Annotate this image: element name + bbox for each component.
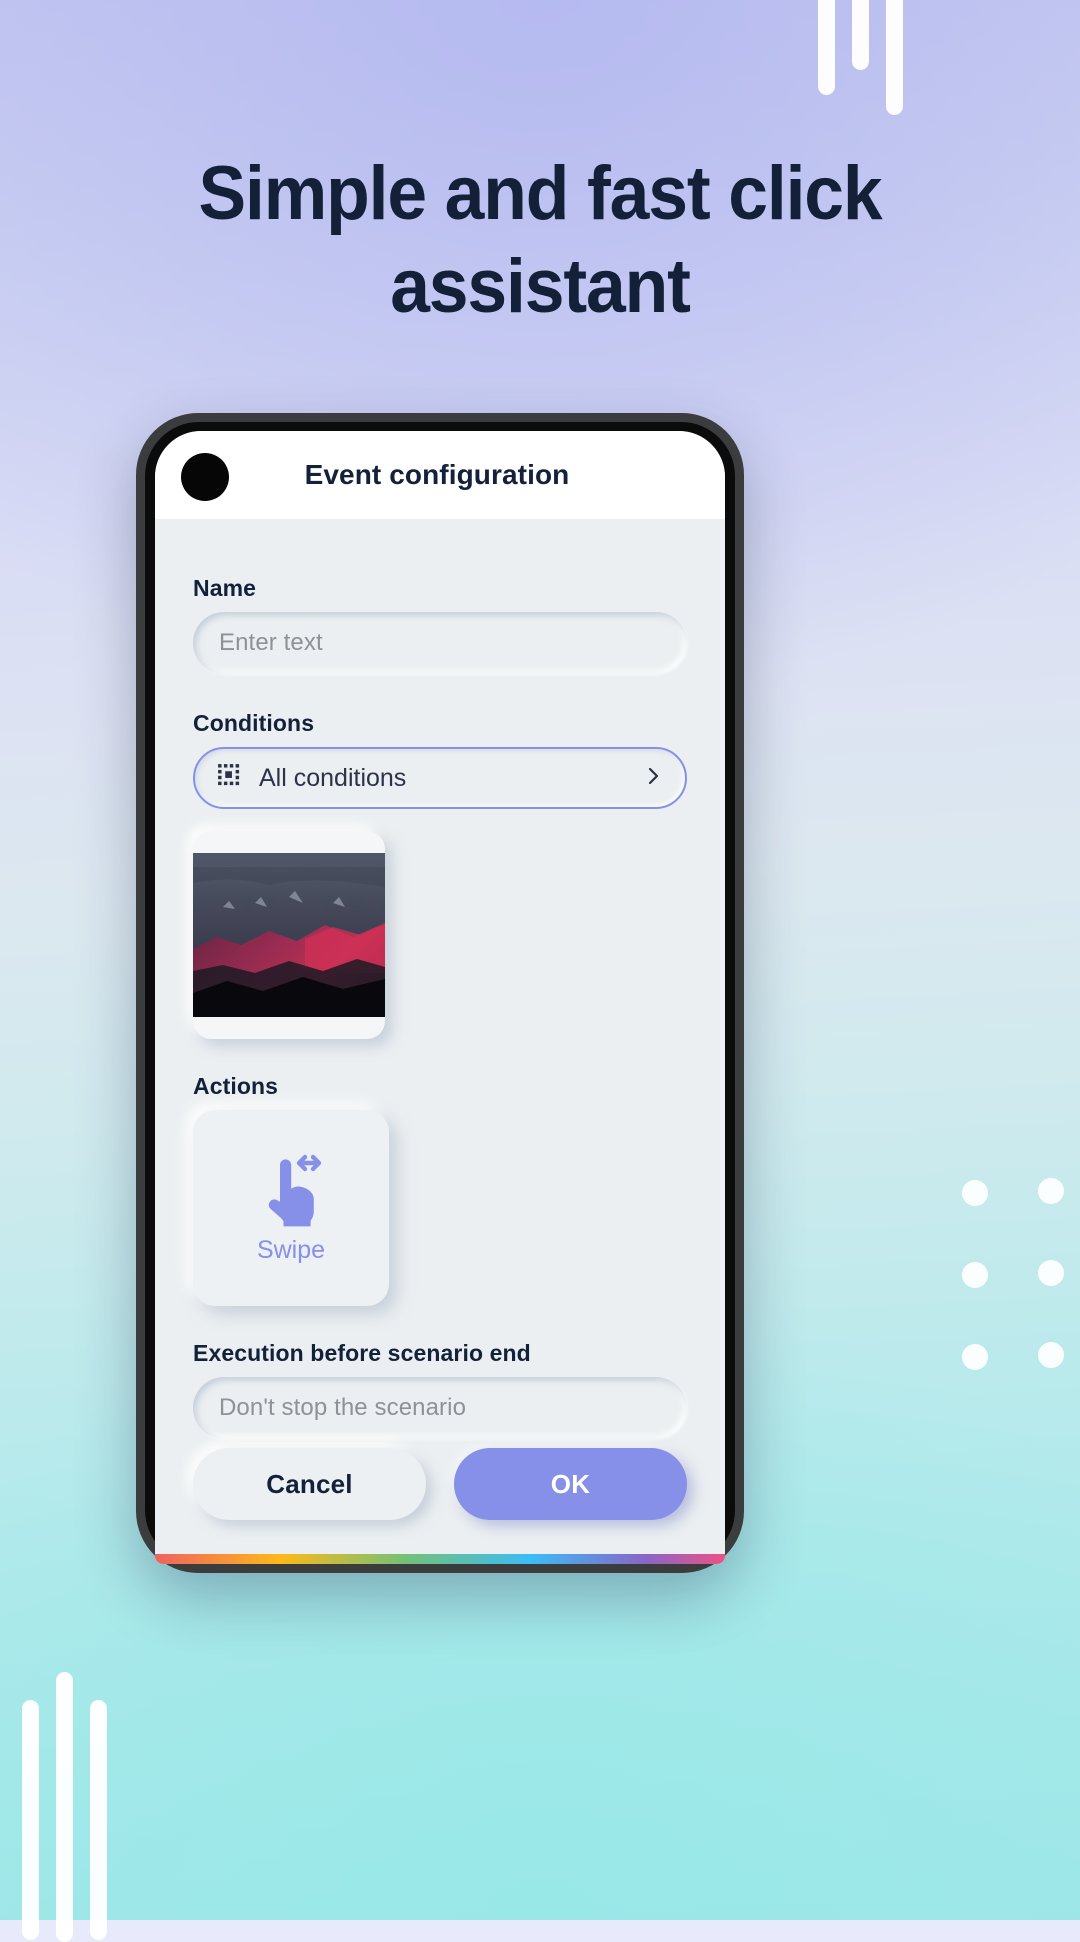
app-bar: Event configuration [155, 431, 725, 519]
execution-value: Don't stop the scenario [219, 1394, 467, 1421]
name-section: Name Enter text [193, 575, 687, 674]
headline-line-2: assistant [390, 243, 691, 329]
name-input-placeholder: Enter text [219, 629, 323, 656]
dotted-square-icon [217, 763, 243, 794]
phone-mockup: Event configuration Name Enter text Cond… [136, 413, 744, 1573]
execution-section: Execution before scenario end Don't stop… [193, 1340, 687, 1439]
actions-label: Actions [193, 1073, 279, 1099]
execution-select[interactable]: Don't stop the scenario [193, 1377, 687, 1439]
conditions-section: Conditions All conditions [193, 710, 687, 809]
page-title: Simple and fast click assistant [32, 148, 1047, 333]
action-card-swipe[interactable]: Swipe [193, 1110, 389, 1306]
bottom-nav-strip [155, 1554, 725, 1564]
conditions-value: All conditions [259, 763, 407, 792]
name-label: Name [193, 575, 257, 601]
dialog-button-row: Cancel OK [193, 1448, 687, 1520]
execution-label: Execution before scenario end [193, 1340, 531, 1366]
condition-image-section [193, 831, 687, 1039]
chevron-right-icon [641, 764, 665, 793]
headline-line-1: Simple and fast click [198, 151, 882, 236]
app-bar-title: Event configuration [304, 459, 570, 490]
phone-bezel: Event configuration Name Enter text Cond… [145, 422, 735, 1564]
ok-button[interactable]: OK [454, 1448, 687, 1520]
action-label-swipe: Swipe [256, 1236, 326, 1264]
actions-section: Actions Swipe [193, 1073, 687, 1306]
cancel-button[interactable]: Cancel [193, 1448, 426, 1520]
form-content: Name Enter text Conditions All condition… [155, 519, 725, 1564]
conditions-select[interactable]: All conditions [193, 747, 687, 809]
phone-screen: Event configuration Name Enter text Cond… [155, 431, 725, 1564]
swipe-hand-icon [252, 1151, 330, 1232]
condition-image-card[interactable] [193, 831, 385, 1039]
conditions-label: Conditions [193, 710, 315, 736]
name-input[interactable]: Enter text [193, 612, 687, 674]
condition-image-thumbnail [193, 853, 385, 1017]
camera-punch-hole-icon [181, 453, 229, 501]
